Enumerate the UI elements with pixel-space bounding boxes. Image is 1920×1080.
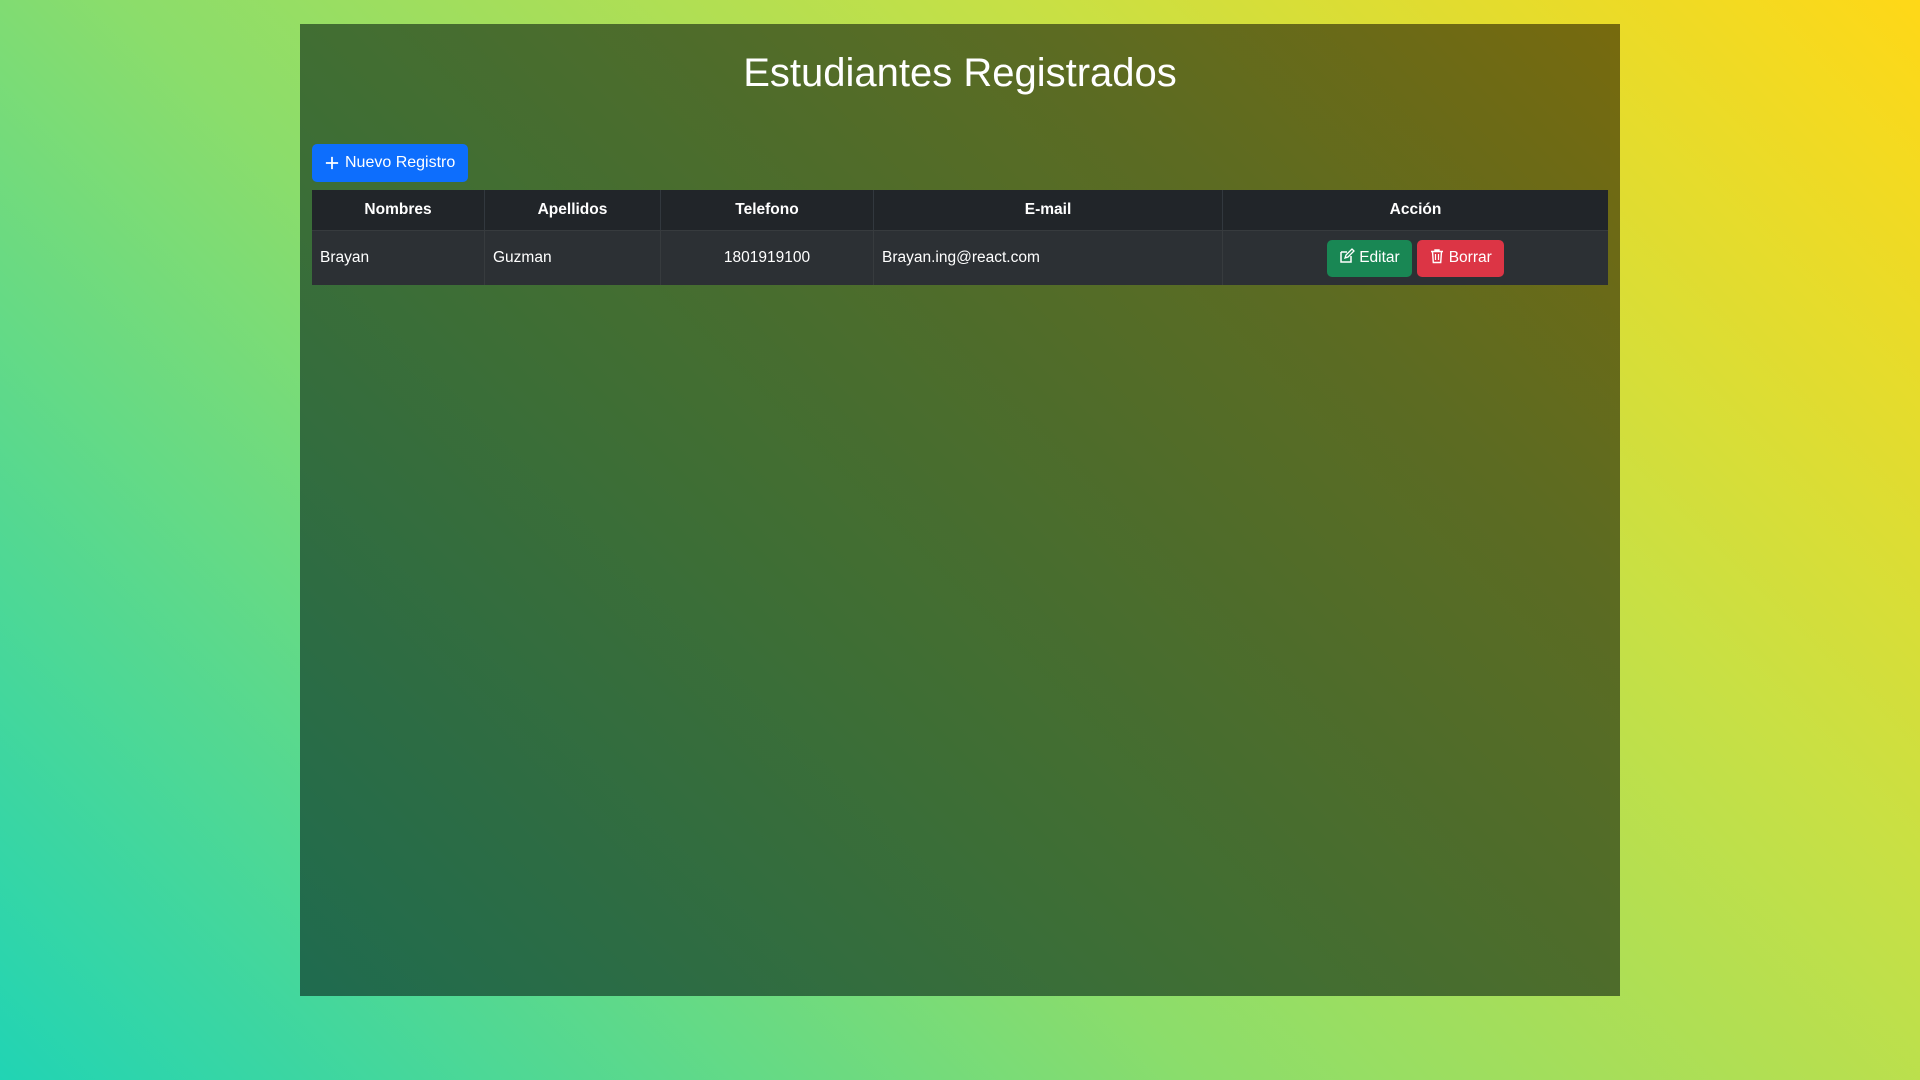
table-row: Brayan Guzman 1801919100 Brayan.ing@reac…	[312, 230, 1608, 285]
row-actions: Editar Borrar	[1231, 239, 1600, 277]
header-nombres: Nombres	[312, 190, 485, 231]
header-apellidos: Apellidos	[484, 190, 661, 231]
header-telefono: Telefono	[660, 190, 874, 231]
delete-button[interactable]: Borrar	[1416, 239, 1504, 277]
cell-telefono: 1801919100	[660, 230, 874, 285]
edit-icon	[1339, 247, 1356, 269]
students-table: Nombres Apellidos Telefono E-mail Acción…	[312, 190, 1608, 285]
cell-email: Brayan.ing@react.com	[873, 230, 1223, 285]
plus-icon	[325, 156, 339, 170]
new-record-button[interactable]: Nuevo Registro	[312, 144, 469, 182]
page-title: Estudiantes Registrados	[743, 51, 1177, 95]
cell-apellidos: Guzman	[484, 230, 661, 285]
trash-icon	[1429, 248, 1445, 269]
cell-nombres: Brayan	[312, 230, 485, 285]
header-email: E-mail	[873, 190, 1223, 231]
new-record-label: Nuevo Registro	[345, 154, 456, 171]
cell-accion: Editar Borrar	[1222, 230, 1608, 285]
edit-button[interactable]: Editar	[1327, 239, 1412, 277]
table-header-row: Nombres Apellidos Telefono E-mail Acción	[312, 190, 1608, 231]
header-accion: Acción	[1222, 190, 1608, 231]
delete-label: Borrar	[1448, 249, 1492, 266]
main-panel: Estudiantes Registrados Nuevo Registro N…	[300, 24, 1620, 996]
edit-label: Editar	[1359, 249, 1400, 266]
